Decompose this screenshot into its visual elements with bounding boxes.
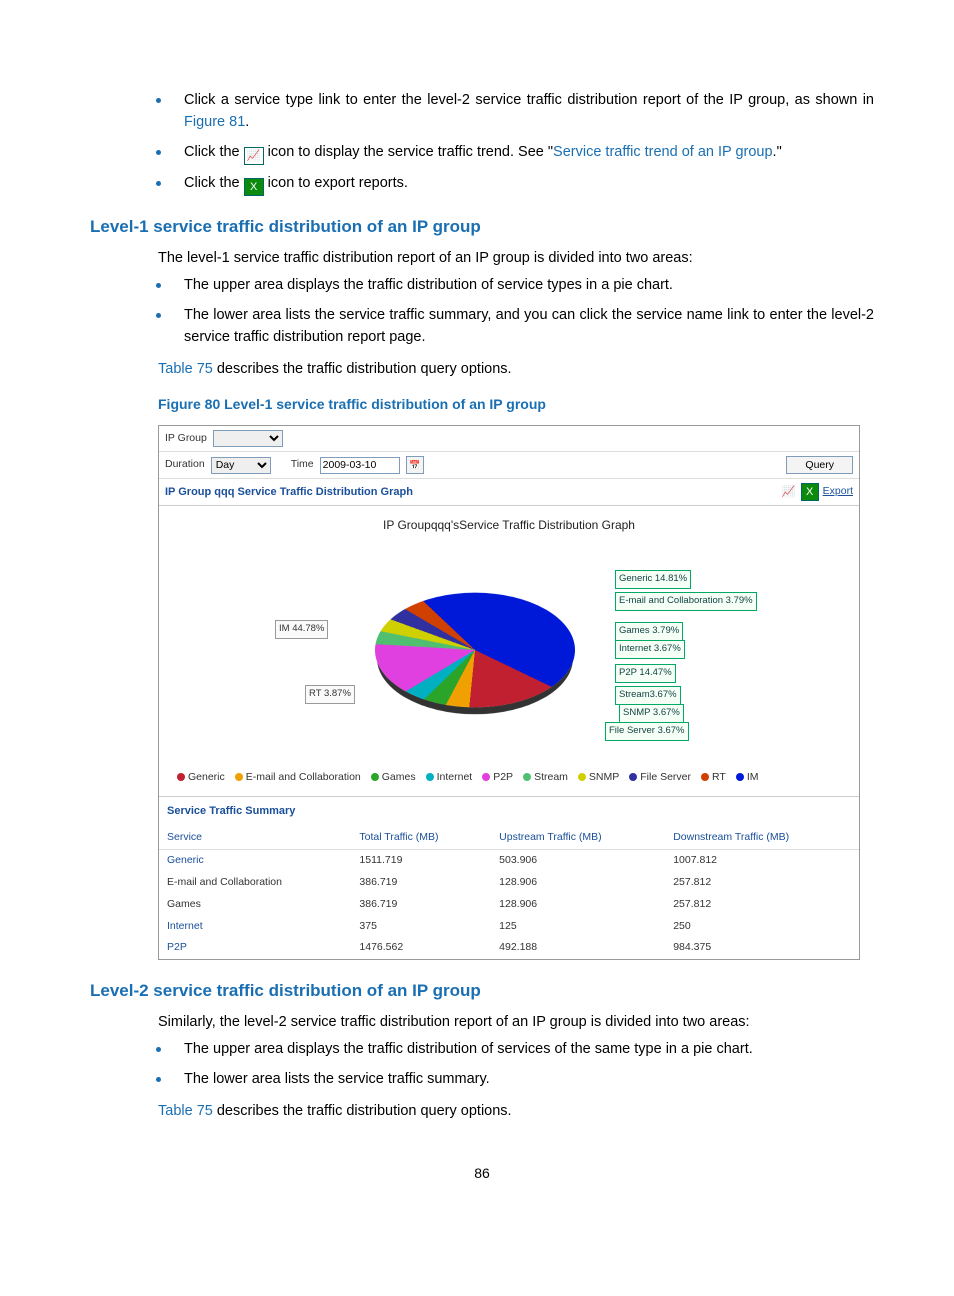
value-cell: 257.812 bbox=[665, 872, 859, 894]
table-row: Internet375125250 bbox=[159, 916, 859, 938]
query-button[interactable]: Query bbox=[786, 456, 853, 474]
table-header: Total Traffic (MB) bbox=[351, 826, 491, 850]
chart-title: IP Groupqqq'sService Traffic Distributio… bbox=[165, 516, 853, 534]
callout-games: Games 3.79% bbox=[615, 622, 683, 640]
value-cell: 386.719 bbox=[351, 872, 491, 894]
graph-header-title: IP Group qqq Service Traffic Distributio… bbox=[165, 484, 413, 501]
value-cell: 250 bbox=[665, 916, 859, 938]
trend-icon: 📈 bbox=[244, 147, 264, 165]
callout-p2p: P2P 14.47% bbox=[615, 664, 676, 682]
table-row: Generic1511.719503.9061007.812 bbox=[159, 850, 859, 872]
table-header: Downstream Traffic (MB) bbox=[665, 826, 859, 850]
legend-item: P2P bbox=[482, 770, 513, 786]
inline-link[interactable]: Service traffic trend of an IP group bbox=[553, 144, 773, 160]
legend-item: Stream bbox=[523, 770, 568, 786]
sec1-bullet-2: The lower area lists the service traffic… bbox=[150, 305, 874, 349]
time-label: Time bbox=[291, 457, 314, 473]
inline-link[interactable]: Figure 81 bbox=[184, 114, 245, 130]
graph-header: IP Group qqq Service Traffic Distributio… bbox=[159, 479, 859, 506]
value-cell: 1007.812 bbox=[665, 850, 859, 872]
top-bullet-2: Click the X icon to export reports. bbox=[150, 173, 874, 196]
chart-legend: Generic E-mail and Collaboration Games Inte… bbox=[177, 770, 841, 786]
value-cell: 375 bbox=[351, 916, 491, 938]
callout-rt: RT 3.87% bbox=[305, 685, 355, 703]
table-row: Games386.719128.906257.812 bbox=[159, 894, 859, 916]
table75-link[interactable]: Table 75 bbox=[158, 361, 213, 377]
service-cell[interactable]: Internet bbox=[159, 916, 351, 938]
excel-icon: X bbox=[244, 178, 264, 196]
query-row: IP Group bbox=[159, 426, 859, 452]
table-row: P2P1476.562492.188984.375 bbox=[159, 937, 859, 959]
sec2-table-ref: Table 75 describes the traffic distribut… bbox=[158, 1101, 874, 1123]
calendar-icon[interactable]: 📅 bbox=[406, 456, 424, 474]
callout-im: IM 44.78% bbox=[275, 620, 328, 638]
summary-title: Service Traffic Summary bbox=[159, 796, 859, 826]
figure-caption: Figure 80 Level-1 service traffic distri… bbox=[158, 394, 874, 415]
legend-item: E-mail and Collaboration bbox=[235, 770, 361, 786]
top-bullet-1: Click the 📈 icon to display the service … bbox=[150, 142, 874, 165]
table-row: E-mail and Collaboration386.719128.90625… bbox=[159, 872, 859, 894]
service-cell: Games bbox=[159, 894, 351, 916]
callout-snmp: SNMP 3.67% bbox=[619, 704, 684, 722]
excel-icon[interactable]: X bbox=[801, 483, 819, 501]
legend-item: RT bbox=[701, 770, 726, 786]
date-input[interactable] bbox=[320, 457, 400, 474]
value-cell: 984.375 bbox=[665, 937, 859, 959]
ipgroup-label: IP Group bbox=[165, 431, 207, 447]
table-header: Service bbox=[159, 826, 351, 850]
page-number: 86 bbox=[90, 1163, 874, 1184]
value-cell: 1476.562 bbox=[351, 937, 491, 959]
callout-fileserver: File Server 3.67% bbox=[605, 722, 689, 740]
section1-intro: The level-1 service traffic distribution… bbox=[158, 248, 874, 270]
legend-item: File Server bbox=[629, 770, 691, 786]
sec1-bullet-1: The upper area displays the traffic dist… bbox=[150, 275, 874, 297]
value-cell: 386.719 bbox=[351, 894, 491, 916]
pie-chart: IM 44.78% RT 3.87% Generic 14.81% E-mail… bbox=[165, 540, 853, 760]
value-cell: 492.188 bbox=[491, 937, 665, 959]
value-cell: 128.906 bbox=[491, 894, 665, 916]
table75-link-2[interactable]: Table 75 bbox=[158, 1103, 213, 1119]
query-row-2: Duration Day Time 📅 Query bbox=[159, 452, 859, 479]
legend-item: IM bbox=[736, 770, 759, 786]
value-cell: 128.906 bbox=[491, 872, 665, 894]
callout-stream: Stream3.67% bbox=[615, 686, 681, 704]
section2-heading: Level-2 service traffic distribution of … bbox=[90, 978, 874, 1004]
figure-screenshot: IP Group Duration Day Time 📅 Query IP Gr… bbox=[158, 425, 860, 960]
legend-item: Generic bbox=[177, 770, 225, 786]
legend-item: SNMP bbox=[578, 770, 619, 786]
table-header: Upstream Traffic (MB) bbox=[491, 826, 665, 850]
ipgroup-select[interactable] bbox=[213, 430, 283, 447]
summary-table: ServiceTotal Traffic (MB)Upstream Traffi… bbox=[159, 826, 859, 960]
export-link[interactable]: Export bbox=[823, 484, 853, 500]
legend-item: Games bbox=[371, 770, 416, 786]
section2-intro: Similarly, the level-2 service traffic d… bbox=[158, 1012, 874, 1034]
duration-select[interactable]: Day bbox=[211, 457, 271, 474]
value-cell: 503.906 bbox=[491, 850, 665, 872]
sec1-table-ref: Table 75 describes the traffic distribut… bbox=[158, 359, 874, 381]
service-cell[interactable]: P2P bbox=[159, 937, 351, 959]
chart-area: IP Groupqqq'sService Traffic Distributio… bbox=[159, 506, 859, 796]
top-bullet-0: Click a service type link to enter the l… bbox=[150, 90, 874, 134]
value-cell: 125 bbox=[491, 916, 665, 938]
section1-heading: Level-1 service traffic distribution of … bbox=[90, 214, 874, 240]
service-cell[interactable]: Generic bbox=[159, 850, 351, 872]
value-cell: 257.812 bbox=[665, 894, 859, 916]
legend-item: Internet bbox=[426, 770, 473, 786]
duration-label: Duration bbox=[165, 457, 205, 473]
value-cell: 1511.719 bbox=[351, 850, 491, 872]
sec2-bullet-2: The lower area lists the service traffic… bbox=[150, 1069, 874, 1091]
callout-generic: Generic 14.81% bbox=[615, 570, 691, 588]
service-cell: E-mail and Collaboration bbox=[159, 872, 351, 894]
trend-icon[interactable]: 📈 bbox=[781, 484, 797, 500]
sec2-bullet-1: The upper area displays the traffic dist… bbox=[150, 1039, 874, 1061]
callout-email: E-mail and Collaboration 3.79% bbox=[615, 592, 757, 610]
callout-internet: Internet 3.67% bbox=[615, 640, 685, 658]
